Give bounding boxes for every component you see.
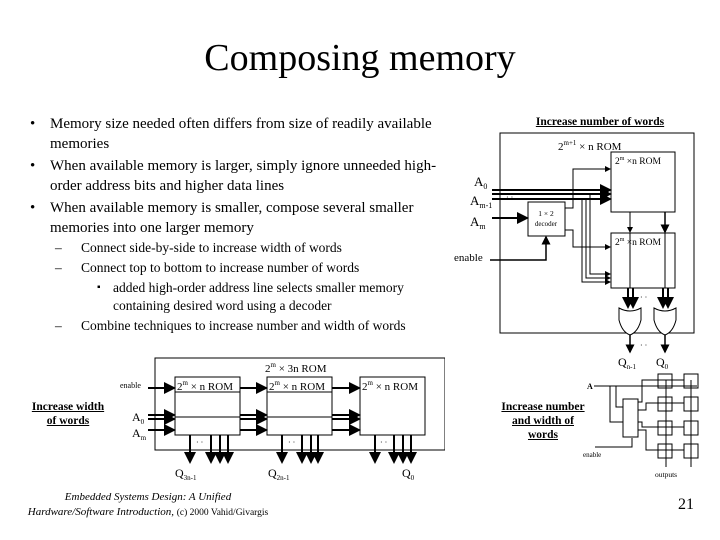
increase-number-diagram: 2m+1 × n ROM 2m ×n ROM 2m ×n ROM 1 × 2 d… [454, 132, 695, 371]
bullet-text: Memory size needed often differs from si… [50, 116, 432, 152]
input-a: A [587, 382, 593, 391]
input-am: Am [132, 426, 147, 442]
sub-sub-bullet-text: added high-order address line selects sm… [113, 280, 404, 313]
bullet-item: • When available memory is larger, simpl… [22, 156, 452, 196]
footer-line-1: Embedded Systems Design: A Unified [64, 491, 232, 503]
bullet-marker: • [30, 158, 36, 174]
output-q0: Q0 [402, 466, 415, 482]
sub-bullet-text: Connect side-by-side to increase width o… [81, 240, 342, 255]
or-gate-left [618, 307, 642, 336]
input-a0: A0 [132, 410, 145, 426]
output-qn1: Qn-1 [618, 355, 637, 371]
enable-label: enable [454, 252, 483, 264]
decoder-box [527, 201, 566, 237]
sub-bullet-item: – Connect side-by-side to increase width… [55, 238, 455, 258]
enable-label: enable [583, 451, 601, 459]
bullet-text: When available memory is larger, simply … [50, 158, 437, 194]
rom-1: 2m × n ROM [174, 376, 241, 436]
sub-bullet-marker: – [55, 318, 62, 333]
increase-number-heading: Increase number of words [535, 116, 665, 128]
increase-width-heading: Increase width of words [18, 400, 118, 428]
page-number: 21 [678, 496, 694, 513]
output-q2n1: Q2n-1 [268, 466, 290, 482]
sub-bullet-list: – Connect side-by-side to increase width… [55, 238, 455, 336]
bullet-text: When available memory is smaller, compos… [50, 200, 414, 236]
increase-both-diagram: A enable outputs [583, 373, 699, 479]
ellipsis: · · [196, 438, 203, 447]
input-am1: Am-1 [470, 193, 492, 210]
bullet-item: • Memory size needed often differs from … [22, 114, 452, 154]
sub-bullet-item: – Combine techniques to increase number … [55, 316, 455, 336]
rom-2: 2m × n ROM [266, 376, 333, 436]
sub-bullet-marker: – [55, 240, 62, 255]
output-q0: Q0 [656, 355, 669, 371]
input-a0: A0 [474, 174, 487, 191]
bullet-item: • When available memory is smaller, comp… [22, 198, 452, 238]
bullet-marker: • [30, 116, 36, 132]
slide-title: Composing memory [204, 37, 516, 79]
ellipsis: · · [506, 193, 513, 202]
sub-bullet-text: Combine techniques to increase number an… [81, 318, 406, 333]
footer-line-2: Hardware/Software Introduction, [27, 506, 175, 518]
outer-rom-label: 2m × 3n ROM [265, 361, 327, 375]
ellipsis: · · [288, 438, 295, 447]
outer-rom-label: 2m+1 × n ROM [558, 139, 622, 153]
footer-citation: Embedded Systems Design: A Unified Hardw… [18, 490, 278, 521]
input-am: Am [470, 214, 486, 231]
or-gate-right [653, 307, 677, 336]
decoder-label-1: 1 × 2 [538, 209, 554, 218]
increase-width-heading-line2: of words [46, 415, 90, 427]
ellipsis: · · [380, 438, 387, 447]
sub-bullet-item: – Connect top to bottom to increase numb… [55, 258, 455, 278]
increase-width-diagram: 2m × 3n ROM 2m × n ROM 2m × n ROM 2m × n… [120, 357, 445, 482]
decoder-box [622, 398, 639, 438]
ellipsis: · · [640, 293, 647, 302]
footer-copyright: (c) 2000 Vahid/Givargis [176, 508, 269, 518]
sub-sub-bullet-item: ▪ added high-order address line selects … [55, 279, 455, 315]
rom-grid [646, 373, 699, 467]
ellipsis: · · [640, 341, 647, 350]
sub-bullet-text: Connect top to bottom to increase number… [81, 260, 360, 275]
bullet-marker: • [30, 200, 36, 216]
enable-label: enable [120, 381, 141, 390]
sub-sub-bullet-marker: ▪ [97, 282, 101, 293]
outputs-label: outputs [655, 470, 677, 479]
bullet-list: • Memory size needed often differs from … [22, 114, 452, 238]
rom-3: 2m × n ROM [359, 376, 426, 436]
sub-bullet-marker: – [55, 260, 62, 275]
output-q3n1: Q3n-1 [175, 466, 197, 482]
decoder-label-2: decoder [535, 220, 558, 228]
increase-width-heading-line1: Increase width [31, 401, 105, 413]
